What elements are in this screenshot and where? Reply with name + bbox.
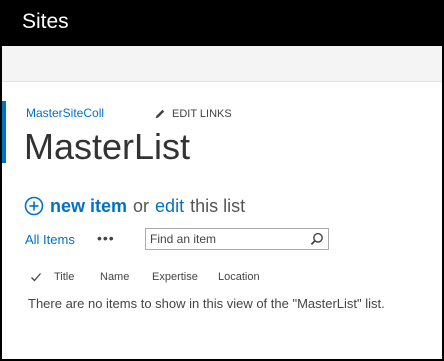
edit-list-link[interactable]: edit xyxy=(155,195,184,217)
all-items-view-tab[interactable]: All Items xyxy=(25,232,75,248)
sites-link[interactable]: Sites xyxy=(22,9,69,35)
search-box xyxy=(145,228,329,250)
ribbon-bar xyxy=(2,46,442,82)
view-bar: All Items ••• xyxy=(24,228,434,250)
column-header-location[interactable]: Location xyxy=(218,269,260,285)
empty-list-message: There are no items to show in this view … xyxy=(28,296,385,311)
column-header-name[interactable]: Name xyxy=(100,269,129,285)
title-accent-bar xyxy=(2,101,6,163)
page-content: MasterSiteColl EDIT LINKS MasterList new… xyxy=(2,46,442,359)
page-title: MasterList xyxy=(24,126,191,167)
plus-circle-icon[interactable] xyxy=(24,196,44,216)
search-icon[interactable] xyxy=(310,232,324,246)
column-header-expertise[interactable]: Expertise xyxy=(152,269,198,285)
search-input[interactable] xyxy=(146,229,300,249)
edit-links-label: EDIT LINKS xyxy=(172,108,232,120)
edit-links-button[interactable]: EDIT LINKS xyxy=(154,107,232,121)
more-options-icon[interactable]: ••• xyxy=(97,229,115,247)
checkmark-icon xyxy=(31,273,41,282)
select-all-checkmark-icon[interactable] xyxy=(30,271,42,283)
suite-bar: Sites xyxy=(0,0,444,44)
column-header-title[interactable]: Title xyxy=(54,269,74,285)
this-list-text: this list xyxy=(190,196,246,216)
pencil-icon xyxy=(155,109,165,119)
or-text: or xyxy=(133,196,150,216)
new-item-link[interactable]: new item xyxy=(50,195,127,217)
new-item-row: new item or edit this list xyxy=(24,195,245,217)
site-breadcrumb-link[interactable]: MasterSiteColl xyxy=(26,106,104,121)
